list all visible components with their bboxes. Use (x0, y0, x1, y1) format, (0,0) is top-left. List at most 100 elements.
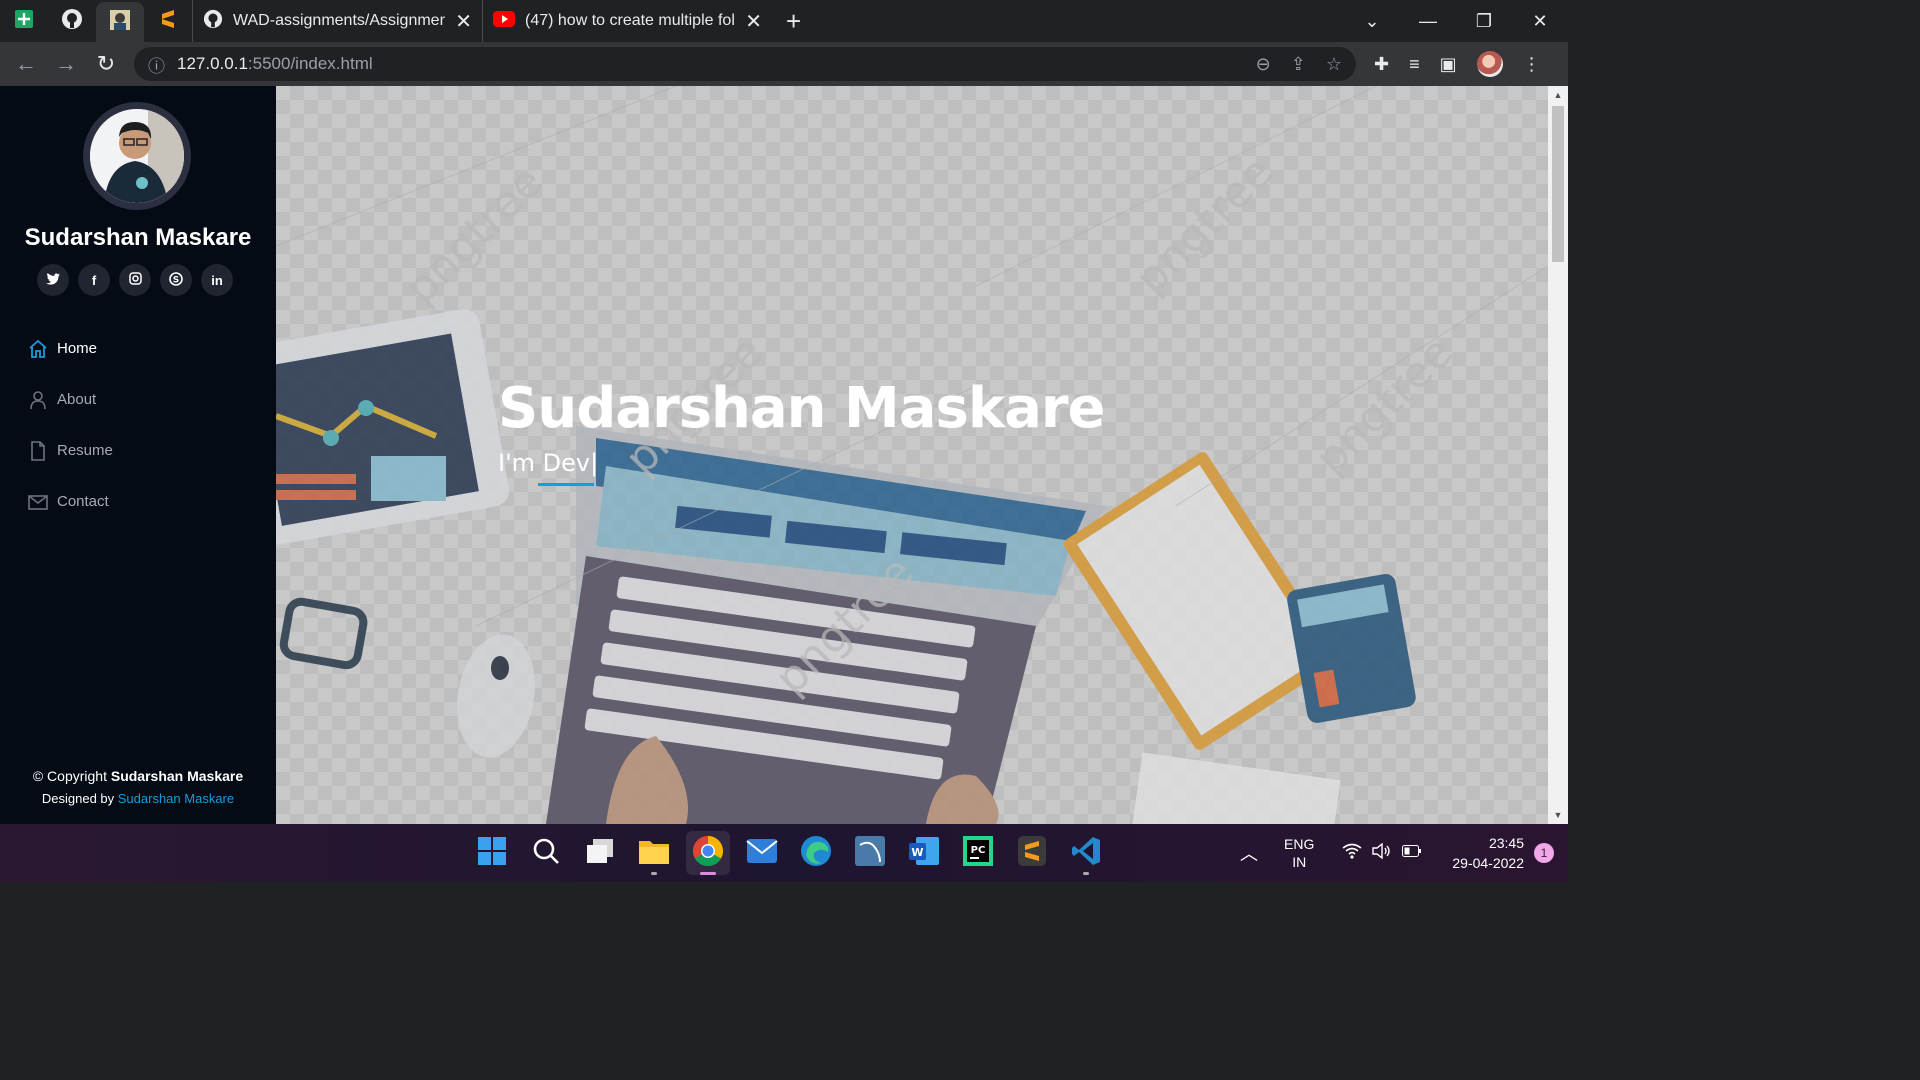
sidebar-footer: © Copyright Sudarshan Maskare Designed b… (0, 768, 276, 806)
lang-code: ENG (1284, 836, 1315, 852)
hero-subtitle: I'm Dev| (498, 449, 598, 486)
search-button[interactable] (524, 831, 568, 875)
taskbar-mail[interactable] (740, 831, 784, 875)
copyright-name: Sudarshan Maskare (110, 768, 244, 784)
pinned-tab-active[interactable] (96, 2, 144, 42)
subtitle-underline (538, 483, 594, 486)
taskbar-apps: W PC (470, 824, 1108, 882)
side-panel-icon[interactable]: ▣ (1440, 54, 1457, 75)
tab-youtube[interactable]: (47) how to create multiple folders ✕ (482, 0, 772, 42)
taskbar-clock[interactable]: 23:45 29-04-2022 (1452, 833, 1524, 873)
chevron-up-icon[interactable]: ︿ (1240, 840, 1258, 866)
taskbar-sublime-text[interactable] (1010, 831, 1054, 875)
skype-link[interactable]: S (160, 264, 192, 296)
new-tab-button[interactable]: + (786, 6, 801, 37)
hero-section: pngtree pngtree pngtree pngtree pngtree … (276, 86, 1548, 824)
vscode-icon (1070, 835, 1102, 872)
skype-icon: S (169, 271, 183, 289)
pinned-tab-github[interactable] (48, 0, 96, 42)
minimize-button[interactable]: — (1400, 11, 1456, 32)
taskbar-vscode[interactable] (1064, 831, 1108, 875)
page-scrollbar[interactable]: ▲ ▼ (1548, 86, 1568, 824)
nav-label: Home (57, 340, 98, 357)
info-icon[interactable]: ⓘ (148, 52, 165, 77)
close-window-button[interactable]: ✕ (1512, 11, 1568, 32)
taskbar-pycharm[interactable]: PC (956, 831, 1000, 875)
nav-item-home[interactable]: Home (0, 323, 276, 374)
folder-icon (638, 837, 670, 870)
sidebar: Sudarshan Maskare f S in Home About Resu… (0, 86, 276, 824)
instagram-link[interactable] (119, 264, 151, 296)
close-icon[interactable]: ✕ (745, 9, 762, 34)
window-controls: ⌄ — ❐ ✕ (1344, 0, 1568, 42)
github-icon (203, 9, 223, 34)
svg-text:S: S (173, 275, 179, 285)
nav-item-about[interactable]: About (0, 374, 276, 425)
nav-item-contact[interactable]: Contact (0, 476, 276, 527)
edge-icon (800, 835, 832, 872)
user-icon (28, 390, 48, 410)
chrome-icon (692, 835, 724, 872)
running-indicator (651, 872, 657, 875)
svg-text:W: W (911, 846, 923, 859)
twitter-icon (46, 272, 60, 288)
taskbar-word[interactable]: W (902, 831, 946, 875)
wifi-icon[interactable] (1342, 843, 1362, 864)
extensions-icon[interactable]: ✚ (1374, 54, 1389, 75)
running-indicator (1083, 872, 1089, 875)
taskbar-mysql-workbench[interactable] (848, 831, 892, 875)
pycharm-icon: PC (963, 835, 993, 871)
profile-avatar[interactable] (1476, 51, 1503, 77)
file-icon (28, 440, 48, 461)
facebook-link[interactable]: f (78, 264, 110, 296)
search-icon (532, 837, 560, 870)
url-host: 127.0.0.1 (177, 54, 248, 73)
windows-taskbar: W PC ︿ ENG IN 23:45 29-04-2022 1 (0, 824, 1568, 882)
task-view-button[interactable] (578, 831, 622, 875)
nav-item-resume[interactable]: Resume (0, 425, 276, 476)
zoom-icon[interactable]: ⊖ (1256, 54, 1271, 75)
restore-button[interactable]: ❐ (1456, 11, 1512, 32)
nav-label: Resume (57, 442, 113, 459)
hero-title: Sudarshan Maskare (498, 376, 1106, 441)
home-icon (28, 339, 48, 359)
bookmark-star-icon[interactable]: ☆ (1326, 54, 1342, 75)
nav-label: About (57, 391, 97, 408)
scroll-down-arrow[interactable]: ▼ (1548, 810, 1568, 820)
copyright-text: © Copyright Sudarshan Maskare (32, 768, 244, 784)
taskbar-edge[interactable] (794, 831, 838, 875)
clock-date: 29-04-2022 (1452, 855, 1524, 871)
language-indicator[interactable]: ENG IN (1284, 835, 1314, 871)
menu-icon[interactable]: ⋮ (1523, 54, 1541, 75)
tab-github-repo[interactable]: WAD-assignments/Assignment 1 ✕ (192, 0, 482, 42)
sheets-icon (14, 9, 34, 34)
linkedin-link[interactable]: in (201, 264, 233, 296)
start-button[interactable] (470, 831, 514, 875)
close-icon[interactable]: ✕ (455, 9, 472, 34)
system-tray: ︿ ENG IN 23:45 29-04-2022 1 (1240, 824, 1568, 882)
taskbar-chrome[interactable] (686, 831, 730, 875)
volume-icon[interactable] (1372, 842, 1392, 864)
facebook-icon: f (91, 272, 97, 288)
back-button[interactable]: ← (6, 42, 46, 86)
address-bar[interactable]: ⓘ 127.0.0.1:5500/index.html ⊖ ⇪ ☆ (134, 47, 1356, 81)
share-icon[interactable]: ⇪ (1291, 54, 1306, 75)
youtube-icon (493, 10, 515, 32)
hero-illustration: pngtree pngtree pngtree pngtree pngtree (276, 86, 1548, 824)
taskbar-file-explorer[interactable] (632, 831, 676, 875)
media-control-icon[interactable]: ≡ (1409, 54, 1420, 75)
forward-button[interactable]: → (46, 42, 86, 86)
pinned-tab-sublime[interactable] (144, 0, 192, 42)
github-icon (61, 8, 83, 35)
sidebar-nav: Home About Resume Contact (0, 323, 276, 527)
notification-badge[interactable]: 1 (1534, 843, 1554, 863)
tab-search-icon[interactable]: ⌄ (1344, 11, 1400, 32)
scroll-up-arrow[interactable]: ▲ (1548, 90, 1568, 100)
reload-button[interactable]: ↻ (86, 42, 126, 86)
battery-icon[interactable] (1402, 844, 1422, 862)
designer-link[interactable]: Sudarshan Maskare (118, 791, 234, 806)
pinned-tab-sheets[interactable] (0, 0, 48, 42)
profile-photo (90, 109, 184, 203)
scrollbar-thumb[interactable] (1552, 106, 1564, 262)
twitter-link[interactable] (37, 264, 69, 296)
